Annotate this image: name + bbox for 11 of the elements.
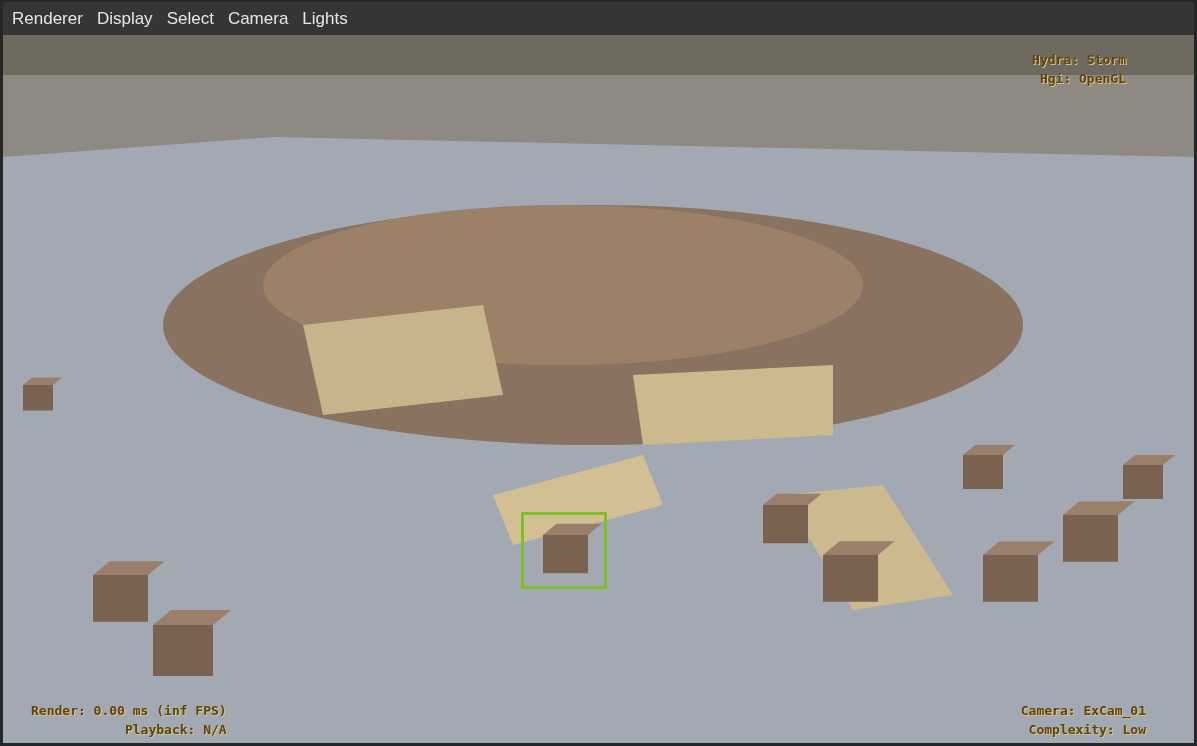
hud-text: Render: 0.00 ms (inf FPS) — [31, 702, 227, 720]
hud-text: Playback: N/A — [124, 721, 227, 739]
hud-text: Camera: ExCam_01 — [1020, 702, 1146, 720]
menu-item[interactable]: Renderer — [6, 8, 89, 29]
menu-item[interactable]: Display — [90, 8, 159, 29]
hud-text: Hydra: Storm — [1032, 51, 1126, 69]
menu-item[interactable]: Select — [160, 8, 220, 29]
menu-item[interactable]: Camera — [221, 8, 295, 29]
menu-item[interactable]: Lights — [296, 8, 354, 29]
hud-text: Complexity: Low — [1028, 721, 1146, 739]
hud-text: Hgi: OpenGL — [1039, 70, 1126, 88]
